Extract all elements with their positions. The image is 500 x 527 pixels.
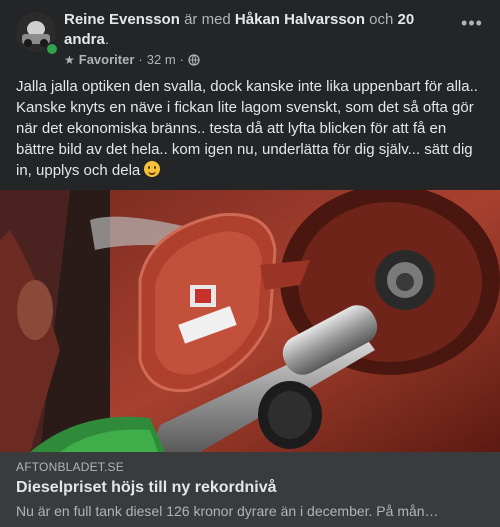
link-description: Nu är en full tank diesel 126 kronor dyr… bbox=[16, 503, 439, 519]
online-status-icon bbox=[45, 42, 59, 56]
more-options-icon[interactable]: ••• bbox=[460, 14, 484, 38]
smile-emoji-icon bbox=[144, 161, 161, 177]
post-time[interactable]: 32 m bbox=[147, 52, 176, 67]
link-preview[interactable]: AFTONBLADET.SE Dieselpriset höjs till ny… bbox=[0, 452, 500, 527]
post-text: Jalla jalla optiken den svalla, dock kan… bbox=[16, 76, 486, 181]
post-image[interactable] bbox=[0, 190, 500, 452]
globe-icon bbox=[188, 53, 200, 66]
facebook-post: Reine Evensson är med Håkan Halvarsson o… bbox=[0, 0, 500, 527]
period: . bbox=[104, 31, 110, 48]
and-text: och bbox=[369, 11, 394, 28]
post-body: Jalla jalla optiken den svalla, dock kan… bbox=[16, 78, 478, 179]
post-header: Reine Evensson är med Håkan Halvarsson o… bbox=[16, 10, 484, 70]
post-meta: ★ Favoriter · 32 m · bbox=[64, 52, 200, 67]
link-title[interactable]: Dieselpriset höjs till ny rekordnivå bbox=[16, 479, 277, 497]
separator-dot: · bbox=[138, 52, 143, 67]
with-text: är med bbox=[184, 11, 231, 28]
separator-dot-2: · bbox=[179, 52, 184, 67]
link-domain: AFTONBLADET.SE bbox=[16, 460, 124, 474]
star-icon: ★ bbox=[64, 52, 75, 67]
tagged-name[interactable]: Håkan Halvarsson bbox=[235, 11, 365, 28]
audience-label[interactable]: Favoriter bbox=[79, 52, 135, 67]
fuel-nozzle-image bbox=[0, 190, 500, 452]
post-attribution: Reine Evensson är med Håkan Halvarsson o… bbox=[64, 10, 424, 50]
author-name[interactable]: Reine Evensson bbox=[64, 11, 180, 28]
